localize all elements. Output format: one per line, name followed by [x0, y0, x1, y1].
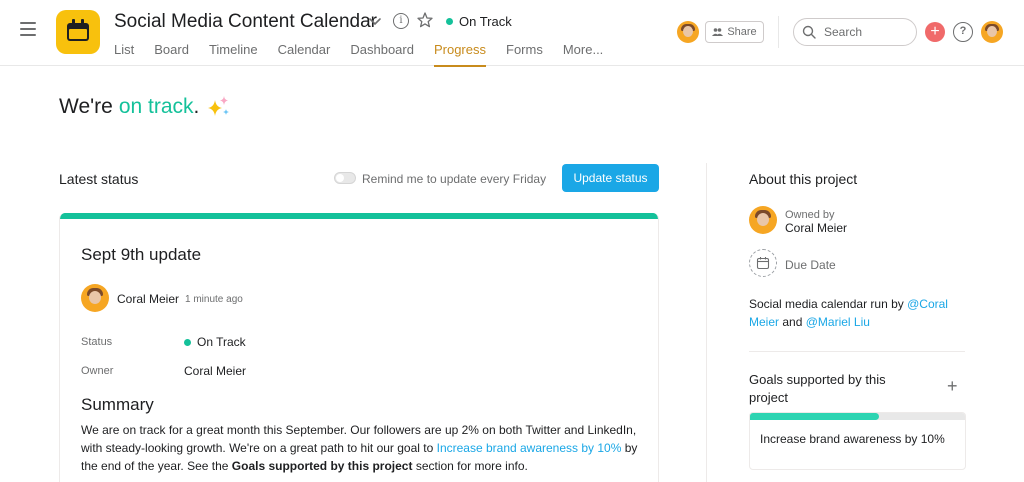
sparkles-icon — [208, 96, 230, 116]
header-divider — [778, 16, 779, 48]
status-dot-icon — [446, 18, 453, 25]
status-dot-icon — [184, 338, 191, 346]
latest-status-title: Latest status — [59, 171, 139, 187]
goals-title: Goals supported by this project — [749, 372, 886, 405]
goal-link[interactable]: Increase brand awareness by 10% — [437, 441, 622, 455]
plus-icon[interactable]: + — [925, 22, 945, 42]
summary-bold: Goals supported by this project — [231, 459, 413, 473]
owner-field-value: Coral Meier — [184, 364, 247, 378]
member-avatar[interactable] — [677, 21, 699, 43]
author-name[interactable]: Coral Meier — [117, 292, 179, 306]
summary-text: We are on track for a great month this S… — [81, 421, 651, 475]
tab-progress[interactable]: Progress — [433, 42, 486, 67]
project-status[interactable]: On Track — [446, 14, 512, 29]
hero-heading: We're on track . — [59, 94, 231, 120]
status-field-value: On Track — [184, 335, 246, 349]
update-title: Sept 9th update — [81, 245, 202, 264]
project-status-label: On Track — [459, 14, 512, 29]
user-avatar[interactable] — [981, 21, 1003, 43]
tab-timeline[interactable]: Timeline — [209, 42, 258, 67]
tab-forms[interactable]: Forms — [506, 42, 543, 67]
status-field-text: On Track — [197, 335, 246, 349]
owned-by-label: Owned by — [785, 209, 835, 221]
help-icon[interactable]: ? — [953, 22, 973, 42]
calendar-icon — [56, 10, 100, 54]
status-field-label: Status — [81, 336, 113, 348]
search-icon — [802, 25, 816, 39]
hamburger-icon[interactable] — [20, 22, 36, 36]
update-status-button[interactable]: Update status — [562, 164, 659, 192]
project-tabs: List Board Timeline Calendar Dashboard P… — [114, 42, 623, 67]
add-goal-icon[interactable]: + — [947, 377, 958, 395]
status-update-card: Sept 9th update Coral Meier 1 minute ago… — [59, 213, 659, 482]
top-bar: Social Media Content Calendar i On Track… — [0, 0, 1024, 67]
share-button[interactable]: Share — [705, 21, 764, 43]
remind-label: Remind me to update every Friday — [362, 172, 547, 186]
search-box[interactable] — [793, 18, 917, 46]
hero-suffix: . — [193, 95, 200, 118]
due-date-label[interactable]: Due Date — [785, 258, 836, 272]
hero-accent: on track — [118, 95, 194, 118]
tab-calendar[interactable]: Calendar — [278, 42, 331, 67]
author-avatar[interactable] — [81, 284, 109, 312]
remind-toggle[interactable] — [334, 172, 356, 184]
goal-card[interactable]: Increase brand awareness by 10% — [749, 412, 966, 470]
tab-list[interactable]: List — [114, 42, 134, 67]
tab-more[interactable]: More... — [563, 42, 603, 67]
calendar-icon — [756, 257, 770, 270]
project-description: Social media calendar run by @Coral Meie… — [749, 295, 964, 331]
tab-dashboard[interactable]: Dashboard — [350, 42, 414, 67]
search-input[interactable] — [824, 25, 904, 39]
status-color-bar — [60, 213, 658, 219]
people-icon — [712, 28, 724, 36]
owner-name[interactable]: Coral Meier — [785, 221, 847, 235]
tab-board[interactable]: Board — [154, 42, 189, 67]
owner-field-label: Owner — [81, 365, 114, 377]
owner-avatar[interactable] — [749, 206, 777, 234]
share-label: Share — [727, 26, 757, 38]
hero-prefix: We're — [59, 95, 113, 118]
goal-progress-fill — [750, 413, 879, 420]
about-title: About this project — [749, 171, 858, 187]
column-divider — [706, 163, 707, 482]
update-timestamp: 1 minute ago — [185, 294, 243, 305]
project-title[interactable]: Social Media Content Calendar — [114, 11, 377, 33]
desc-part1: Social media calendar run by — [749, 297, 908, 311]
summary-part3: section for more info. — [412, 459, 528, 473]
desc-part2: and — [779, 315, 806, 329]
due-date-button[interactable] — [749, 249, 777, 277]
section-divider — [749, 351, 965, 352]
chevron-down-icon[interactable] — [368, 14, 382, 28]
goal-progress-track — [750, 413, 965, 420]
goal-label: Increase brand awareness by 10% — [760, 432, 945, 446]
star-icon[interactable] — [416, 11, 434, 29]
summary-title: Summary — [81, 395, 154, 414]
info-icon[interactable]: i — [393, 13, 409, 29]
mention-mariel[interactable]: @Mariel Liu — [806, 315, 870, 329]
